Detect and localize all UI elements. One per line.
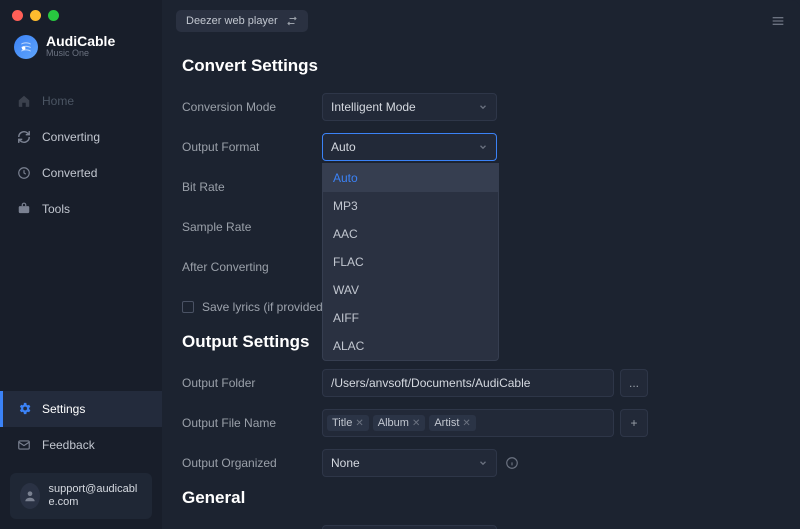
filename-tag[interactable]: Album✕ bbox=[373, 415, 426, 431]
label-output-folder: Output Folder bbox=[182, 376, 322, 390]
remove-tag-icon[interactable]: ✕ bbox=[412, 418, 420, 429]
row-conversion-mode: Conversion Mode Intelligent Mode bbox=[182, 92, 780, 122]
filename-tag[interactable]: Artist✕ bbox=[429, 415, 475, 431]
output-organized-select[interactable]: None bbox=[322, 449, 497, 477]
app-logo-icon bbox=[14, 35, 38, 59]
minimize-window-button[interactable] bbox=[30, 10, 41, 21]
more-icon: ... bbox=[629, 376, 639, 390]
nav-bottom: Settings Feedback bbox=[0, 391, 162, 463]
save-lyrics-checkbox[interactable]: Save lyrics (if provided) bbox=[182, 300, 327, 314]
dropdown-option[interactable]: WAV bbox=[323, 276, 498, 304]
row-output-file-name: Output File Name Title✕ Album✕ Artist✕ + bbox=[182, 408, 780, 438]
section-title-general: General bbox=[182, 488, 780, 508]
brand: AudiCable Music One bbox=[0, 30, 162, 75]
dropdown-option[interactable]: Auto bbox=[323, 164, 498, 192]
swap-icon bbox=[286, 15, 298, 27]
header: Deezer web player bbox=[162, 0, 800, 42]
app-window: AudiCable Music One Home Converting Conv… bbox=[0, 0, 800, 529]
select-value: None bbox=[331, 456, 360, 470]
checkbox-label: Save lyrics (if provided) bbox=[202, 300, 327, 314]
tools-icon bbox=[16, 201, 32, 217]
remove-tag-icon[interactable]: ✕ bbox=[462, 418, 470, 429]
dropdown-option[interactable]: FLAC bbox=[323, 248, 498, 276]
label-output-organized: Output Organized bbox=[182, 456, 322, 470]
row-output-format: Output Format Auto Auto MP3 AAC FLAC WAV… bbox=[182, 132, 780, 162]
chevron-down-icon bbox=[478, 142, 488, 152]
tag-label: Title bbox=[332, 417, 352, 429]
plus-icon: + bbox=[630, 416, 637, 430]
content: Convert Settings Conversion Mode Intelli… bbox=[162, 42, 800, 529]
checkbox-icon bbox=[182, 301, 194, 313]
sidebar-item-label: Settings bbox=[42, 402, 85, 416]
gear-icon bbox=[16, 401, 32, 417]
source-selector[interactable]: Deezer web player bbox=[176, 10, 308, 32]
chevron-down-icon bbox=[478, 458, 488, 468]
label-output-file-name: Output File Name bbox=[182, 416, 322, 430]
output-format-dropdown: Auto MP3 AAC FLAC WAV AIFF ALAC bbox=[322, 163, 499, 361]
section-title-convert: Convert Settings bbox=[182, 56, 780, 76]
home-icon bbox=[16, 93, 32, 109]
sidebar-item-label: Home bbox=[42, 94, 74, 108]
user-card[interactable]: support@audicable.com bbox=[10, 473, 152, 519]
output-format-select[interactable]: Auto Auto MP3 AAC FLAC WAV AIFF ALAC bbox=[322, 133, 497, 161]
info-icon[interactable] bbox=[505, 456, 519, 470]
label-output-format: Output Format bbox=[182, 140, 322, 154]
row-appearance: Appearance Dark bbox=[182, 524, 780, 529]
input-value: /Users/anvsoft/Documents/AudiCable bbox=[331, 376, 530, 390]
feedback-icon bbox=[16, 437, 32, 453]
select-value: Auto bbox=[331, 140, 356, 154]
label-conversion-mode: Conversion Mode bbox=[182, 100, 322, 114]
row-output-organized: Output Organized None bbox=[182, 448, 780, 478]
browse-folder-button[interactable]: ... bbox=[620, 369, 648, 397]
chevron-down-icon bbox=[478, 102, 488, 112]
output-folder-input[interactable]: /Users/anvsoft/Documents/AudiCable bbox=[322, 369, 614, 397]
main: Deezer web player Convert Settings Conve… bbox=[162, 0, 800, 529]
user-email: support@audicable.com bbox=[48, 483, 142, 509]
sidebar-item-tools[interactable]: Tools bbox=[0, 191, 162, 227]
label-bit-rate: Bit Rate bbox=[182, 180, 322, 194]
converting-icon bbox=[16, 129, 32, 145]
label-sample-rate: Sample Rate bbox=[182, 220, 322, 234]
hamburger-menu-button[interactable] bbox=[770, 13, 786, 29]
sidebar-item-label: Converting bbox=[42, 130, 100, 144]
dropdown-option[interactable]: AAC bbox=[323, 220, 498, 248]
tag-label: Artist bbox=[434, 417, 459, 429]
row-output-folder: Output Folder /Users/anvsoft/Documents/A… bbox=[182, 368, 780, 398]
sidebar-item-label: Converted bbox=[42, 166, 97, 180]
add-tag-button[interactable]: + bbox=[620, 409, 648, 437]
remove-tag-icon[interactable]: ✕ bbox=[355, 418, 363, 429]
sidebar-item-home[interactable]: Home bbox=[0, 83, 162, 119]
sidebar-item-label: Feedback bbox=[42, 438, 95, 452]
nav: Home Converting Converted Tools bbox=[0, 83, 162, 227]
sidebar-item-settings[interactable]: Settings bbox=[0, 391, 162, 427]
dropdown-option[interactable]: MP3 bbox=[323, 192, 498, 220]
select-value: Intelligent Mode bbox=[331, 100, 416, 114]
file-name-tags-input[interactable]: Title✕ Album✕ Artist✕ bbox=[322, 409, 614, 437]
source-label: Deezer web player bbox=[186, 15, 278, 27]
dropdown-option[interactable]: AIFF bbox=[323, 304, 498, 332]
filename-tag[interactable]: Title✕ bbox=[327, 415, 369, 431]
sidebar-item-converting[interactable]: Converting bbox=[0, 119, 162, 155]
maximize-window-button[interactable] bbox=[48, 10, 59, 21]
sidebar: AudiCable Music One Home Converting Conv… bbox=[0, 0, 162, 529]
app-subtitle: Music One bbox=[46, 49, 115, 59]
conversion-mode-select[interactable]: Intelligent Mode bbox=[322, 93, 497, 121]
window-controls bbox=[12, 10, 59, 21]
sidebar-item-feedback[interactable]: Feedback bbox=[0, 427, 162, 463]
label-after-converting: After Converting bbox=[182, 260, 322, 274]
avatar-icon bbox=[20, 483, 40, 509]
close-window-button[interactable] bbox=[12, 10, 23, 21]
dropdown-option[interactable]: ALAC bbox=[323, 332, 498, 360]
app-title: AudiCable bbox=[46, 34, 115, 49]
tag-label: Album bbox=[378, 417, 409, 429]
converted-icon bbox=[16, 165, 32, 181]
appearance-select[interactable]: Dark bbox=[322, 525, 497, 529]
sidebar-item-label: Tools bbox=[42, 202, 70, 216]
sidebar-item-converted[interactable]: Converted bbox=[0, 155, 162, 191]
